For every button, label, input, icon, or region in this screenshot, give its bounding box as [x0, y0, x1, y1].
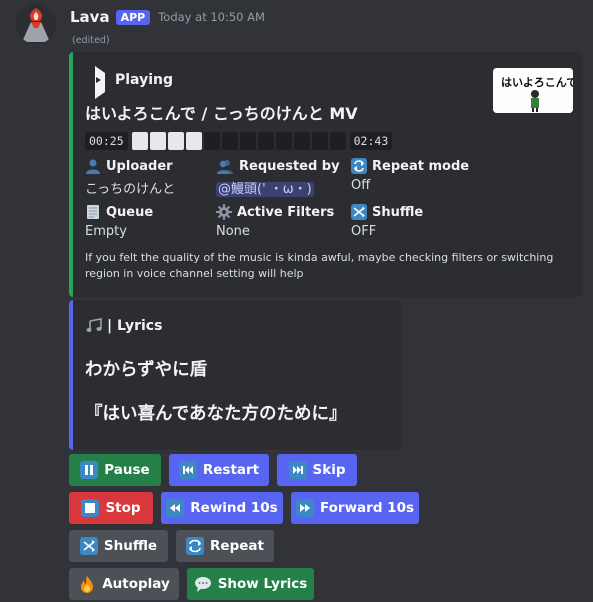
video-thumbnail[interactable]: はいよろこんで [493, 68, 573, 113]
button-label: Shuffle [103, 538, 158, 554]
lyrics-line: わからずやに盾 [85, 360, 208, 380]
field-requested-by: Requested by @鰻頭(' ・ω・) [216, 158, 340, 197]
musical-notes-icon [86, 318, 102, 332]
button-label: Repeat [210, 538, 264, 554]
lyrics-line: 『はい喜んであなた方のために』 [85, 404, 347, 424]
field-name: Uploader [106, 158, 173, 174]
progress-segment [203, 132, 220, 150]
progress-segment [149, 132, 166, 150]
shuffle-icon [79, 537, 98, 555]
play-icon [93, 66, 105, 99]
fast-forward-icon [295, 499, 314, 517]
show-lyrics-button[interactable]: Show Lyrics [187, 568, 314, 600]
lyrics-header: | Lyrics [85, 318, 162, 334]
page-icon [87, 205, 99, 219]
button-label: Restart [202, 462, 260, 478]
button-label: Forward 10s [319, 500, 415, 516]
progress-segment [239, 132, 256, 150]
button-label: Rewind 10s [190, 500, 278, 516]
button-label: Autoplay [102, 576, 170, 592]
pause-button[interactable]: Pause [69, 454, 161, 486]
progress-segment [131, 132, 148, 150]
autoplay-button[interactable]: Autoplay [69, 568, 179, 600]
progress-segment [221, 132, 238, 150]
progress-segment [275, 132, 292, 150]
lyrics-embed: | Lyrics わからずやに盾 『はい喜んであなた方のために』 [69, 300, 401, 450]
track-previous-icon [178, 461, 197, 479]
app-badge: APP [115, 9, 151, 25]
progress-segment [257, 132, 274, 150]
field-name: Active Filters [237, 204, 335, 220]
user-mention[interactable]: @鰻頭(' ・ω・) [216, 182, 314, 197]
repeat-icon [351, 158, 367, 174]
field-value: こっちのけんと [85, 182, 176, 197]
field-value: OFF [351, 224, 377, 239]
field-value: Empty [85, 224, 127, 239]
stop-icon [81, 499, 100, 517]
message-header: Lava APP Today at 10:50 AM [70, 6, 265, 28]
field-active-filters: Active Filters None [216, 204, 334, 239]
progress-segment [185, 132, 202, 150]
progress-segment [167, 132, 184, 150]
stop-button[interactable]: Stop [69, 492, 153, 524]
timestamp[interactable]: Today at 10:50 AM [158, 10, 265, 24]
field-name: Shuffle [372, 204, 424, 220]
shuffle-button[interactable]: Shuffle [69, 530, 168, 562]
edited-label: (edited) [72, 35, 110, 46]
rewind-icon [166, 499, 185, 517]
track-next-icon [288, 461, 307, 479]
bust-silhouette-icon [86, 159, 100, 174]
speech-balloon-icon [194, 575, 212, 593]
repeat-icon [186, 537, 205, 555]
button-label: Stop [105, 500, 141, 516]
pause-icon [80, 461, 99, 479]
svg-text:はいよろこんで: はいよろこんで [501, 76, 573, 89]
busts-silhouette-icon [217, 160, 233, 174]
now-playing-embed: Playing はいよろこんで / こっちのけんと MV はいよろこんで 00:… [69, 52, 583, 297]
progress-bar [131, 132, 346, 150]
field-repeat-mode: Repeat mode Off [351, 158, 469, 193]
restart-button[interactable]: Restart [169, 454, 269, 486]
field-queue: Queue Empty [85, 204, 154, 240]
button-label: Pause [104, 462, 150, 478]
rewind-button[interactable]: Rewind 10s [161, 492, 283, 524]
shuffle-icon [351, 204, 367, 220]
elapsed-time: 00:25 [85, 132, 128, 150]
field-shuffle: Shuffle OFF [351, 204, 423, 239]
field-name: Repeat mode [372, 158, 470, 174]
playing-label: Playing [115, 72, 173, 88]
field-name: Requested by [239, 158, 340, 174]
fire-icon [78, 575, 96, 593]
progress-segment [293, 132, 310, 150]
progress-segment [311, 132, 328, 150]
button-label: Skip [312, 462, 346, 478]
repeat-button[interactable]: Repeat [176, 530, 274, 562]
field-value: Off [351, 178, 371, 193]
forward-button[interactable]: Forward 10s [291, 492, 419, 524]
playing-header: Playing [93, 66, 173, 99]
progress-row: 00:25 02:43 [85, 132, 393, 150]
song-title[interactable]: はいよろこんで / こっちのけんと MV [85, 100, 358, 124]
avatar[interactable] [16, 4, 56, 44]
button-label: Show Lyrics [217, 576, 308, 592]
duration-time: 02:43 [349, 132, 393, 150]
lyrics-title: | Lyrics [107, 318, 163, 334]
field-uploader: Uploader こっちのけんと [85, 158, 176, 198]
skip-button[interactable]: Skip [277, 454, 357, 486]
field-name: Queue [106, 204, 154, 220]
field-value: None [216, 224, 250, 239]
embed-footer-note: If you felt the quality of the music is … [85, 251, 554, 280]
gear-icon [216, 204, 232, 220]
progress-segment [329, 132, 346, 150]
username[interactable]: Lava [70, 8, 110, 26]
